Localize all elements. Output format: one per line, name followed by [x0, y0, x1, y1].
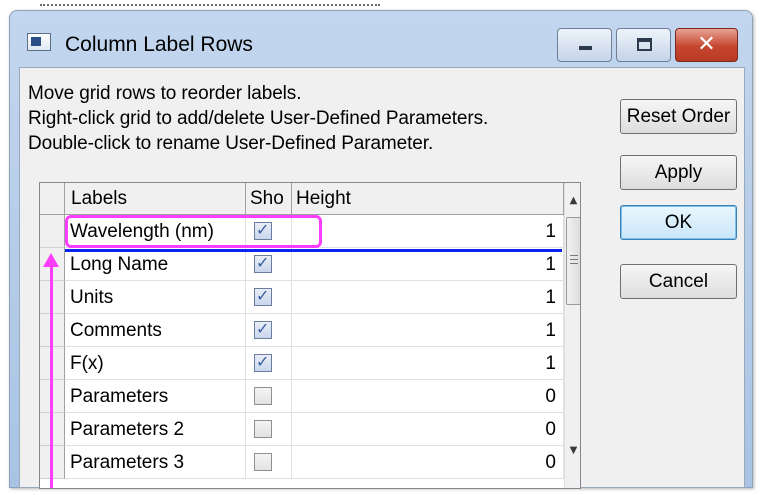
check-icon: ✓: [256, 319, 270, 338]
show-cell: ✓: [246, 314, 292, 347]
label-cell[interactable]: Comments: [65, 314, 246, 347]
cancel-button[interactable]: Cancel: [620, 264, 737, 299]
close-button[interactable]: ✕: [675, 28, 738, 62]
label-cell[interactable]: Parameters: [65, 380, 246, 413]
minimize-icon: [579, 46, 592, 50]
scroll-down-arrow-icon[interactable]: ▼: [565, 445, 580, 456]
show-cell: ✓: [246, 248, 292, 281]
show-checkbox[interactable]: [254, 453, 272, 471]
column-header-height[interactable]: Height: [292, 183, 564, 215]
apply-button[interactable]: Apply: [620, 155, 737, 190]
height-cell[interactable]: 1: [292, 347, 564, 380]
show-checkbox[interactable]: ✓: [254, 286, 272, 306]
label-cell[interactable]: Parameters 2: [65, 413, 246, 446]
reset-order-button[interactable]: Reset Order: [620, 99, 737, 134]
height-cell[interactable]: 0: [292, 380, 564, 413]
check-icon: ✓: [256, 253, 270, 272]
height-cell[interactable]: 1: [292, 248, 564, 281]
height-cell[interactable]: 0: [292, 446, 564, 479]
height-cell[interactable]: 1: [292, 281, 564, 314]
close-icon: ✕: [697, 32, 716, 57]
grid-vertical-scrollbar[interactable]: ▲ ▼: [564, 183, 580, 488]
check-icon: ✓: [256, 352, 270, 371]
show-checkbox[interactable]: ✓: [254, 352, 272, 372]
height-cell[interactable]: 0: [292, 413, 564, 446]
maximize-icon: [637, 38, 652, 51]
row-header[interactable]: [40, 215, 65, 248]
window-app-icon[interactable]: [27, 33, 51, 51]
app-icon-inner: [31, 37, 41, 46]
instruction-line-1: Move grid rows to reorder labels.: [28, 83, 302, 104]
move-up-arrow-shaft: [50, 265, 53, 488]
dragged-row-highlight: [65, 215, 322, 248]
dialog-client-area: Move grid rows to reorder labels. Right-…: [19, 67, 745, 489]
column-header-labels[interactable]: Labels: [65, 183, 246, 215]
scrollbar-thumb[interactable]: [566, 217, 580, 305]
grid-corner-cell[interactable]: [40, 183, 65, 215]
drop-insert-line: [65, 249, 562, 252]
show-cell: ✓: [246, 281, 292, 314]
scroll-grip-icon: [570, 255, 578, 264]
show-cell: [246, 446, 292, 479]
ok-button[interactable]: OK: [620, 205, 737, 240]
minimize-button[interactable]: [557, 28, 612, 62]
show-checkbox[interactable]: ✓: [254, 253, 272, 273]
window-title: Column Label Rows: [65, 33, 253, 56]
show-cell: [246, 380, 292, 413]
show-cell: ✓: [246, 347, 292, 380]
label-cell[interactable]: Units: [65, 281, 246, 314]
instruction-line-2: Right-click grid to add/delete User-Defi…: [28, 108, 489, 129]
show-checkbox[interactable]: [254, 387, 272, 405]
show-checkbox[interactable]: ✓: [254, 319, 272, 339]
height-cell[interactable]: 1: [292, 215, 564, 248]
check-icon: ✓: [256, 286, 270, 305]
height-cell[interactable]: 1: [292, 314, 564, 347]
background-dotted-line: [40, 0, 380, 6]
label-cell[interactable]: Parameters 3: [65, 446, 246, 479]
scroll-up-arrow-icon[interactable]: ▲: [565, 195, 580, 206]
label-rows-grid[interactable]: Labels Sho Height Wavelength (nm) ✓ 1 Lo…: [39, 182, 581, 489]
title-bar[interactable]: Column Label Rows ✕: [10, 11, 752, 67]
dialog-window: Column Label Rows ✕ Move grid rows to re…: [9, 10, 753, 489]
column-header-show[interactable]: Sho: [246, 183, 292, 215]
maximize-button[interactable]: [616, 28, 671, 62]
label-cell[interactable]: Long Name: [65, 248, 246, 281]
show-checkbox[interactable]: [254, 420, 272, 438]
instruction-line-3: Double-click to rename User-Defined Para…: [28, 133, 434, 154]
show-cell: [246, 413, 292, 446]
label-cell[interactable]: F(x): [65, 347, 246, 380]
